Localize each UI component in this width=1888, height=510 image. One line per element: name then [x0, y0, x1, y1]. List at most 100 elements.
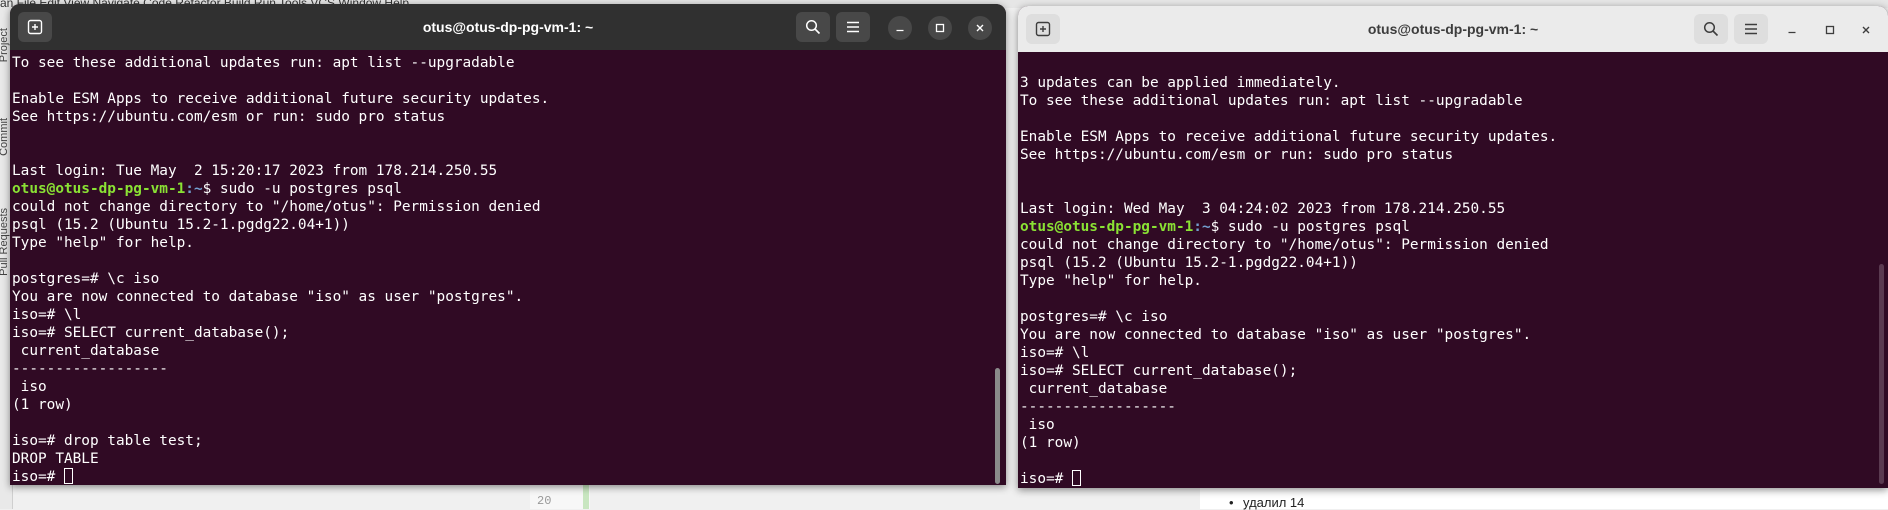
terminal-line: You are now connected to database "iso" …	[12, 288, 1006, 306]
close-icon	[1862, 26, 1870, 34]
line-text: (1 row)	[12, 397, 73, 413]
hamburger-menu-icon	[847, 21, 859, 33]
terminal-line	[12, 144, 1006, 162]
line-text: current_database	[1020, 381, 1168, 397]
line-text	[1020, 291, 1029, 307]
terminal-line: iso	[1020, 416, 1888, 434]
terminal-line: iso	[12, 378, 1006, 396]
line-text: iso=#	[12, 469, 64, 485]
line-text: iso=# drop table test;	[12, 433, 203, 449]
terminal-line: To see these additional updates run: apt…	[12, 54, 1006, 72]
search-icon	[1703, 21, 1719, 37]
search-button[interactable]	[796, 12, 830, 42]
line-text	[12, 127, 21, 143]
line-text: Type "help" for help.	[1020, 273, 1202, 289]
terminal-line: To see these additional updates run: apt…	[1020, 92, 1888, 110]
line-text	[1020, 183, 1029, 199]
search-button[interactable]	[1694, 14, 1728, 44]
line-text: iso=# SELECT current_database();	[12, 325, 290, 341]
menu-button[interactable]	[836, 12, 870, 42]
close-button[interactable]	[968, 16, 992, 40]
terminal-line: (1 row)	[1020, 434, 1888, 452]
terminal-window-left[interactable]: otus@otus-dp-pg-vm-1: ~ To see these add…	[10, 4, 1006, 485]
terminal-line: could not change directory to "/home/otu…	[1020, 236, 1888, 254]
terminal-line	[12, 414, 1006, 432]
terminal-line	[1020, 452, 1888, 470]
terminal-line: otus@otus-dp-pg-vm-1:~$ sudo -u postgres…	[12, 180, 1006, 198]
terminal-window-right[interactable]: otus@otus-dp-pg-vm-1: ~ 3 updates can be…	[1018, 6, 1888, 488]
terminal-line: 3 updates can be applied immediately.	[1020, 74, 1888, 92]
terminal-line: See https://ubuntu.com/esm or run: sudo …	[12, 108, 1006, 126]
line-text	[12, 73, 21, 89]
maximize-icon	[1825, 25, 1835, 35]
terminal-line: Enable ESM Apps to receive additional fu…	[12, 90, 1006, 108]
minimize-icon	[1788, 31, 1796, 34]
line-text: Last login: Wed May 3 04:24:02 2023 from…	[1020, 201, 1506, 217]
line-text: 3 updates can be applied immediately.	[1020, 75, 1341, 91]
terminal-line: psql (15.2 (Ubuntu 15.2-1.pgdg22.04+1))	[1020, 254, 1888, 272]
terminal-titlebar[interactable]: otus@otus-dp-pg-vm-1: ~	[1018, 6, 1888, 52]
terminal-line	[12, 252, 1006, 270]
ide-tab-pull-requests[interactable]: Pull Requests	[0, 208, 10, 276]
line-text: psql (15.2 (Ubuntu 15.2-1.pgdg22.04+1))	[12, 217, 350, 233]
document-bullet-item: удалил 14	[1229, 495, 1304, 510]
terminal-line: ------------------	[12, 360, 1006, 378]
line-text: $ sudo -u postgres psql	[1210, 219, 1410, 235]
terminal-line: (1 row)	[12, 396, 1006, 414]
line-text: To see these additional updates run: apt…	[1020, 93, 1523, 109]
search-icon	[805, 19, 821, 35]
terminal-line: Enable ESM Apps to receive additional fu…	[1020, 128, 1888, 146]
line-text: DROP TABLE	[12, 451, 99, 467]
terminal-line	[12, 126, 1006, 144]
prompt-path: :~	[185, 181, 203, 197]
line-text: psql (15.2 (Ubuntu 15.2-1.pgdg22.04+1))	[1020, 255, 1358, 271]
terminal-line: could not change directory to "/home/otu…	[12, 198, 1006, 216]
terminal-line: iso=# SELECT current_database();	[1020, 362, 1888, 380]
minimize-button[interactable]	[1780, 18, 1804, 42]
text-cursor[interactable]	[1071, 470, 1081, 486]
ide-change-marker	[583, 484, 589, 509]
line-text	[1020, 57, 1029, 73]
maximize-button[interactable]	[1818, 18, 1842, 42]
line-text	[12, 253, 21, 269]
line-text: iso	[12, 379, 47, 395]
line-text: Last login: Tue May 2 15:20:17 2023 from…	[12, 163, 498, 179]
terminal-line: DROP TABLE	[12, 450, 1006, 468]
line-text	[1020, 453, 1029, 469]
terminal-line	[1020, 182, 1888, 200]
terminal-text: To see these additional updates run: apt…	[12, 54, 1006, 485]
close-icon	[976, 24, 984, 32]
terminal-line: postgres=# \c iso	[12, 270, 1006, 288]
line-text: To see these additional updates run: apt…	[12, 55, 515, 71]
terminal-line: You are now connected to database "iso" …	[1020, 326, 1888, 344]
scrollbar-thumb[interactable]	[1879, 264, 1884, 484]
terminal-line	[1020, 164, 1888, 182]
line-text: $ sudo -u postgres psql	[202, 181, 402, 197]
line-text: Enable ESM Apps to receive additional fu…	[1020, 129, 1558, 145]
line-text: Enable ESM Apps to receive additional fu…	[12, 91, 550, 107]
minimize-button[interactable]	[888, 16, 912, 40]
ide-line-number: 20	[537, 494, 552, 508]
terminal-line: See https://ubuntu.com/esm or run: sudo …	[1020, 146, 1888, 164]
terminal-output[interactable]: 3 updates can be applied immediately. To …	[1018, 52, 1888, 488]
terminal-titlebar[interactable]: otus@otus-dp-pg-vm-1: ~	[10, 4, 1006, 50]
terminal-line: Last login: Tue May 2 15:20:17 2023 from…	[12, 162, 1006, 180]
menu-button[interactable]	[1734, 14, 1768, 44]
line-text: postgres=# \c iso	[1020, 309, 1168, 325]
close-button[interactable]	[1854, 18, 1878, 42]
terminal-line: postgres=# \c iso	[1020, 308, 1888, 326]
maximize-button[interactable]	[928, 16, 952, 40]
terminal-line: iso=# \l	[1020, 344, 1888, 362]
ide-tab-commit[interactable]: Commit	[0, 118, 10, 156]
minimize-icon	[896, 29, 904, 32]
line-text: postgres=# \c iso	[12, 271, 160, 287]
text-cursor[interactable]	[63, 468, 73, 484]
terminal-line: Last login: Wed May 3 04:24:02 2023 from…	[1020, 200, 1888, 218]
terminal-output[interactable]: To see these additional updates run: apt…	[10, 50, 1006, 485]
terminal-line	[12, 72, 1006, 90]
line-text: iso=# \l	[12, 307, 82, 323]
prompt-path: :~	[1193, 219, 1211, 235]
ide-tab-project[interactable]: Project	[0, 28, 10, 62]
terminal-line: iso=#	[12, 468, 1006, 485]
scrollbar-thumb[interactable]	[995, 368, 1000, 484]
